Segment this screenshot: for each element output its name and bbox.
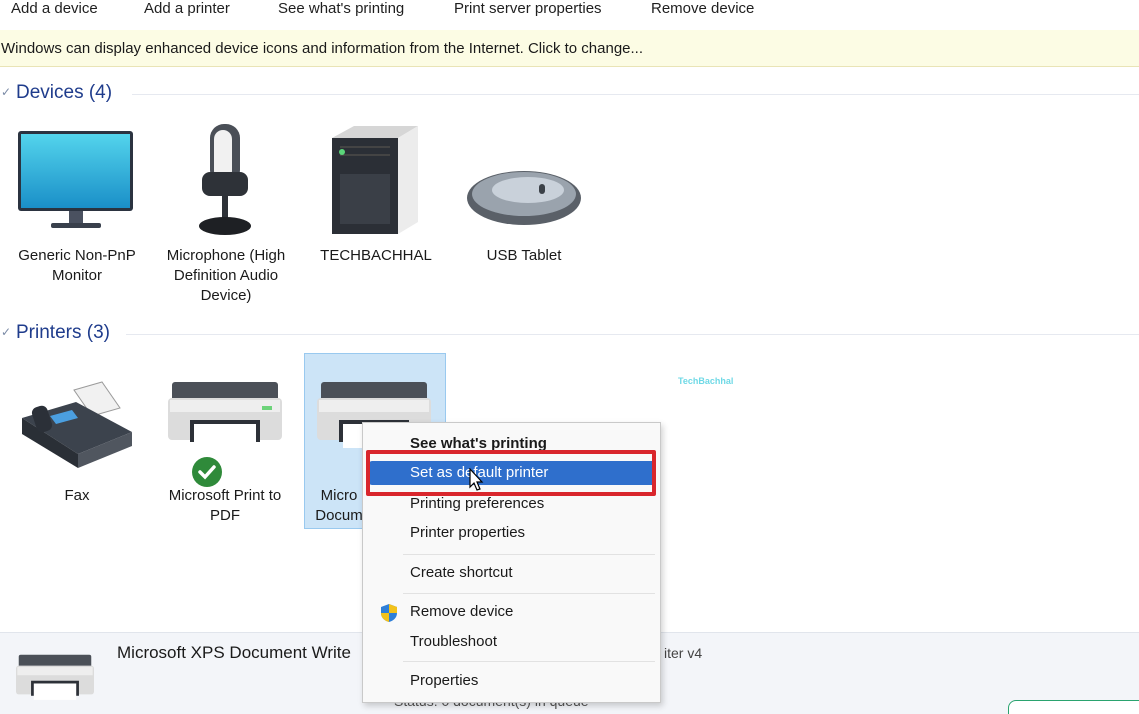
device-usb-tablet[interactable]: USB Tablet	[456, 120, 592, 290]
printer-label: Fax	[64, 487, 90, 504]
device-microphone[interactable]: Microphone (High Definition Audio Device…	[158, 120, 294, 310]
menu-separator	[403, 593, 655, 594]
command-bar: Add a device Add a printer See what's pr…	[0, 0, 1139, 28]
uac-shield-icon	[381, 604, 397, 622]
menu-separator	[403, 554, 655, 555]
corner-button[interactable]	[1008, 700, 1139, 714]
printer-microsoft-print-to-pdf[interactable]: Microsoft Print to PDF	[156, 360, 294, 530]
add-printer-button[interactable]: Add a printer	[144, 0, 230, 18]
device-techbachhal[interactable]: TECHBACHHAL	[308, 120, 444, 290]
devices-group-title: Devices (4)	[16, 82, 113, 103]
menu-remove-device[interactable]: Remove device	[369, 599, 655, 625]
chevron-down-icon: ✓	[1, 325, 12, 339]
devices-group-header[interactable]: ✓ Devices (4)	[0, 82, 1139, 106]
fax-icon	[22, 381, 132, 468]
monitor-icon	[18, 131, 133, 228]
device-label: TECHBACHHAL	[320, 247, 432, 264]
printer-icon	[168, 382, 282, 448]
information-bar[interactable]: Windows can display enhanced device icon…	[0, 30, 1139, 67]
mouse-icon	[467, 171, 581, 225]
watermark: TechBachhal	[678, 376, 734, 386]
printer-icon	[16, 654, 94, 700]
printers-group-header[interactable]: ✓ Printers (3)	[0, 322, 1139, 346]
menu-separator	[403, 661, 655, 662]
printers-group-title: Printers (3)	[16, 322, 110, 343]
see-whats-printing-button[interactable]: See what's printing	[278, 0, 404, 18]
menu-set-as-default-printer[interactable]: Set as default printer	[369, 461, 655, 485]
print-server-properties-button[interactable]: Print server properties	[454, 0, 602, 18]
details-device-name: Microsoft XPS Document Write	[117, 643, 351, 662]
device-label: Generic Non-PnP Monitor	[18, 247, 136, 284]
menu-see-whats-printing[interactable]: See what's printing	[369, 431, 655, 457]
remove-device-button[interactable]: Remove device	[651, 0, 754, 18]
microphone-icon	[199, 124, 251, 235]
context-menu: See what's printing Set as default print…	[362, 422, 661, 703]
menu-printing-preferences[interactable]: Printing preferences	[369, 491, 655, 517]
computer-tower-icon	[332, 126, 418, 234]
mouse-cursor-icon	[469, 468, 484, 491]
menu-printer-properties[interactable]: Printer properties	[369, 520, 655, 546]
menu-troubleshoot[interactable]: Troubleshoot	[369, 629, 655, 655]
menu-properties[interactable]: Properties	[369, 668, 655, 694]
group-divider	[126, 334, 1139, 335]
printer-label: Microsoft Print to PDF	[168, 487, 282, 524]
details-model: iter v4	[664, 645, 703, 661]
menu-remove-device-label: Remove device	[410, 603, 514, 620]
device-generic-monitor[interactable]: Generic Non-PnP Monitor	[5, 120, 149, 290]
add-device-button[interactable]: Add a device	[11, 0, 98, 18]
printer-fax[interactable]: Fax	[8, 360, 146, 520]
chevron-down-icon: ✓	[1, 85, 12, 99]
default-checkmark-icon	[192, 457, 222, 487]
device-label: Microphone (High Definition Audio Device…	[166, 247, 286, 304]
group-divider	[132, 94, 1139, 95]
menu-create-shortcut[interactable]: Create shortcut	[369, 560, 655, 586]
device-label: USB Tablet	[486, 247, 562, 264]
